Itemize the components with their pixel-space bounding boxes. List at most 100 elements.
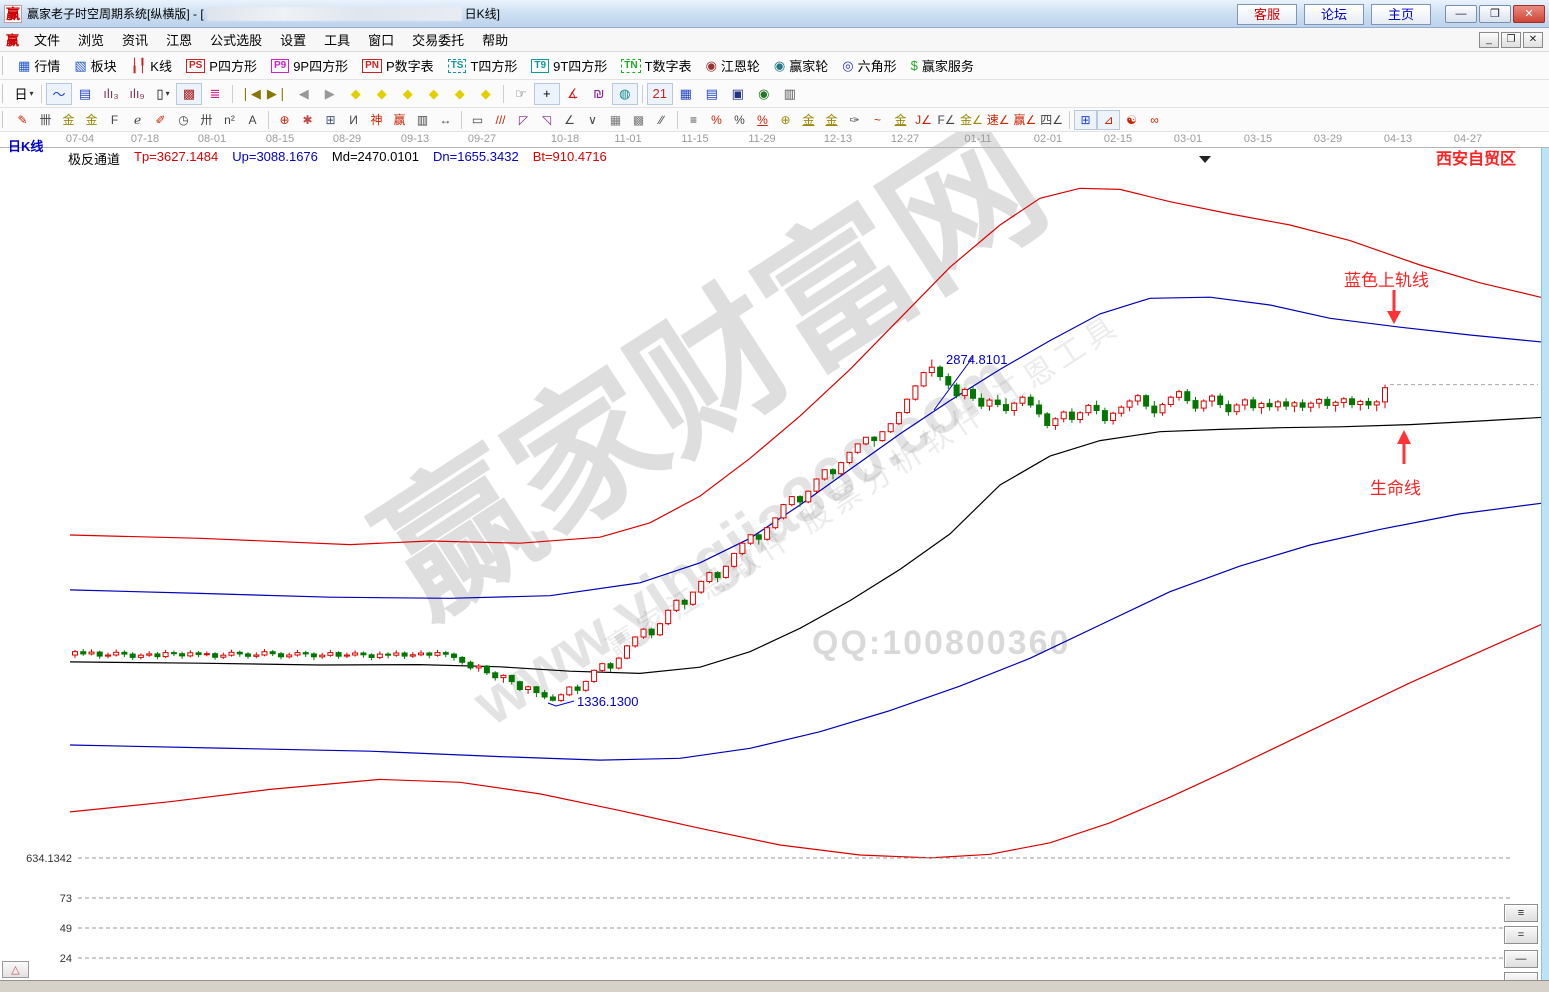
bars-9-button[interactable]: ılı₉ [124,83,150,105]
p-square-button[interactable]: PSP四方形 [179,56,264,75]
wave-v-button[interactable]: ∨ [581,110,604,130]
mdi-minimize-button[interactable]: _ [1479,32,1499,48]
menu-item-browse[interactable]: 浏览 [69,28,113,51]
j-angle-button[interactable]: J∠ [912,110,935,130]
menu-item-formula-stock-pick[interactable]: 公式选股 [201,28,271,51]
info-note-button[interactable]: ▤ [72,83,98,105]
maximize-button[interactable]: ❐ [1479,5,1511,23]
prev-bar-button[interactable]: ◀ [291,83,317,105]
trend-chart-button[interactable]: ⊿ [1097,110,1120,130]
gold-line-2-button[interactable]: 金 [820,110,843,130]
grid-lines-button[interactable]: 卅 [195,110,218,130]
gold-angle-button[interactable]: 金∠ [958,110,985,130]
gold-under-button[interactable]: 金 [889,110,912,130]
menu-item-help[interactable]: 帮助 [473,28,517,51]
angle-a-button[interactable]: A [241,110,264,130]
period-day-dropdown-button[interactable]: 日▾ [11,83,37,105]
purple-grid-tool-button[interactable]: ₪ [586,83,612,105]
mdi-restore-button[interactable]: ❐ [1501,32,1521,48]
forum-button[interactable]: 论坛 [1304,4,1364,25]
calculator-button[interactable]: ▦ [673,83,699,105]
print-computer-button[interactable]: ▥ [777,83,803,105]
bars-3-button[interactable]: ılı₃ [98,83,124,105]
width-measure-button[interactable]: ↔ [434,110,457,130]
histogram-tool-button[interactable]: ≣ [202,83,228,105]
kline-button[interactable]: ╽╿K线 [124,56,179,75]
scroll-right-button[interactable]: → [1504,972,1538,980]
menu-item-gann[interactable]: 江恩 [157,28,201,51]
p9-square-button[interactable]: P99P四方形 [264,56,355,75]
t-square-button[interactable]: TST四方形 [441,56,525,75]
panel-tab-daily-kline[interactable]: 日K线 [8,136,43,155]
hexagon-button[interactable]: ◎六角形 [835,56,903,75]
shen-tool-button[interactable]: 神 [365,110,388,130]
save-disk-button[interactable]: ▣ [725,83,751,105]
gold-line-1-button[interactable]: 金 [797,110,820,130]
home-button[interactable]: 主页 [1371,4,1431,25]
n-square-button[interactable]: n² [218,110,241,130]
region-tool-button[interactable]: ◍ [612,83,638,105]
diamond-shrink-button[interactable]: ◆ [421,83,447,105]
menu-item-tools[interactable]: 工具 [315,28,359,51]
fan-box-1-button[interactable]: ◸ [512,110,535,130]
yingjia-tool-button[interactable]: 赢 [388,110,411,130]
angle-pin-tool-button[interactable]: ∡ [560,83,586,105]
fan-box-2-button[interactable]: ◹ [535,110,558,130]
pattern-tool-button[interactable]: ▩ [176,83,202,105]
ruler-123-button[interactable]: ▥ [411,110,434,130]
menu-item-trade-order[interactable]: 交易委托 [403,28,473,51]
panel-toggle-button[interactable]: △ [2,961,29,978]
support-button[interactable]: 客服 [1237,4,1297,25]
dense-grid-1-button[interactable]: ▦ [604,110,627,130]
crosshair-tool-button[interactable]: + [534,83,560,105]
calendar-21-button[interactable]: 21 [647,83,673,105]
brush-tool-button[interactable]: ✎ [11,110,34,130]
winner-wheel-button[interactable]: ◉赢家轮 [767,56,835,75]
parallel-lines-button[interactable]: ∕∕ [650,110,673,130]
next-bar-button[interactable]: ▶ [317,83,343,105]
gold-grid-1-button[interactable]: 金 [57,110,80,130]
box-grid-button[interactable]: ⊞ [319,110,342,130]
mdi-close-button[interactable]: ✕ [1523,32,1543,48]
wave-marker-button[interactable]: И [342,110,365,130]
grid-highlight-button[interactable]: ⊞ [1074,110,1097,130]
document-list-button[interactable]: ▤ [699,83,725,105]
clock-circle-button[interactable]: ◷ [172,110,195,130]
minimize-button[interactable]: — [1445,5,1477,23]
percent-line-button[interactable]: % [751,110,774,130]
diamond-in-button[interactable]: ◆ [473,83,499,105]
diamond-left-button[interactable]: ◆ [343,83,369,105]
diamond-right-button[interactable]: ◆ [369,83,395,105]
winner-service-button[interactable]: $赢家服务 [904,56,981,75]
double-wave-button[interactable]: ~ [866,110,889,130]
spiral-tool-button[interactable]: ℯ [126,110,149,130]
scale-sparse-button[interactable]: — [1504,950,1538,968]
dense-grid-2-button[interactable]: ▩ [627,110,650,130]
gold-circle-button[interactable]: ⊕ [774,110,797,130]
f-angle-button[interactable]: F∠ [935,110,958,130]
eraser-brush-button[interactable]: ✐ [149,110,172,130]
ink-pen-button[interactable]: ✑ [843,110,866,130]
gann-wheel-button[interactable]: ◉江恩轮 [699,56,767,75]
fibonacci-grid-button[interactable]: F [103,110,126,130]
diamond-out-button[interactable]: ◆ [447,83,473,105]
web-share-button[interactable]: ◉ [751,83,777,105]
rect-measure-button[interactable]: ▭ [466,110,489,130]
p-number-table-button[interactable]: PNP数字表 [355,56,441,75]
percent-button[interactable]: % [728,110,751,130]
zigzag-chart-button[interactable]: 〜 [46,83,72,105]
level-list-button[interactable]: ≡ [682,110,705,130]
first-bar-button[interactable]: ❘◀ [237,83,264,105]
last-bar-button[interactable]: ▶❘ [264,83,291,105]
menu-item-window[interactable]: 窗口 [359,28,403,51]
scale-medium-button[interactable]: = [1504,926,1538,944]
diamond-expand-button[interactable]: ◆ [395,83,421,105]
infinity-button[interactable]: ∞ [1143,110,1166,130]
scale-dense-button[interactable]: ≡ [1504,904,1538,922]
sectors-button[interactable]: ▧板块 [67,56,123,75]
t9-square-button[interactable]: T99T四方形 [524,56,614,75]
gold-grid-2-button[interactable]: 金 [80,110,103,130]
gann-grid-button[interactable]: 卌 [34,110,57,130]
t-number-table-button[interactable]: TNT数字表 [614,56,698,75]
percent-top-button[interactable]: % [705,110,728,130]
